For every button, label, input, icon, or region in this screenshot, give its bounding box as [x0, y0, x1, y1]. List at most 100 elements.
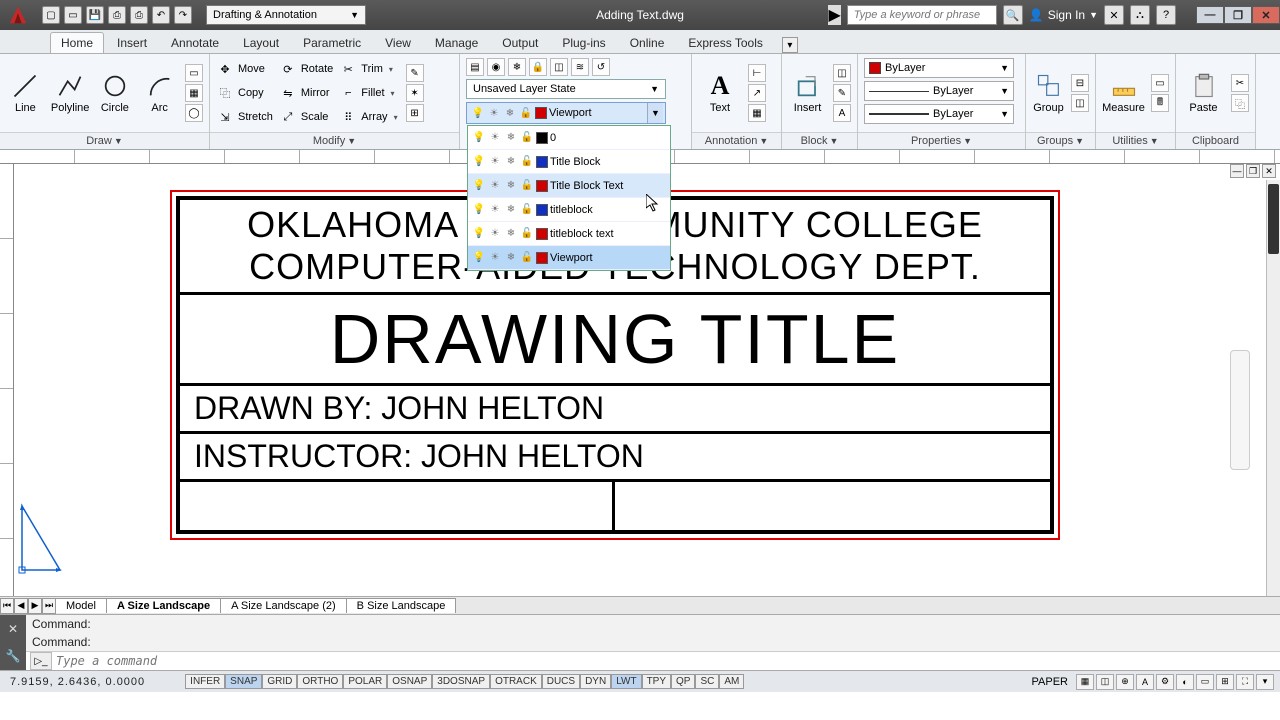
layout-prev-icon[interactable]: ◀	[14, 598, 28, 614]
viewport-close-icon[interactable]: ✕	[1262, 164, 1276, 178]
move-button[interactable]: ✥Move	[216, 58, 273, 80]
edit-block-icon[interactable]: ✎	[833, 84, 851, 102]
toggle-infer[interactable]: INFER	[185, 674, 225, 689]
copyclip-icon[interactable]: ⿻	[1231, 94, 1249, 112]
search-icon[interactable]: 🔍	[1003, 5, 1023, 25]
toggle-grid[interactable]: GRID	[262, 674, 297, 689]
layer-iso-icon[interactable]: ◫	[550, 58, 568, 76]
tab-insert[interactable]: Insert	[106, 32, 158, 53]
insert-button[interactable]: Insert	[788, 72, 827, 114]
select-icon[interactable]: ▭	[1151, 74, 1169, 92]
status-icon[interactable]: ⚙	[1156, 674, 1174, 690]
panel-title-modify[interactable]: Modify▼	[210, 132, 459, 149]
measure-button[interactable]: Measure	[1102, 72, 1145, 114]
ellipse-icon[interactable]: ◯	[185, 104, 203, 122]
layer-combo[interactable]: 💡 ☀ ❄ 🔓 Viewport ▼ 💡☀❄🔓0 💡☀❄🔓Title Block…	[466, 102, 666, 124]
toggle-am[interactable]: AM	[719, 674, 744, 689]
chevron-down-icon[interactable]: ▼	[647, 103, 663, 123]
circle-button[interactable]: Circle	[96, 72, 135, 114]
panel-title-draw[interactable]: Draw▼	[0, 132, 209, 149]
leader-icon[interactable]: ↗	[748, 84, 766, 102]
layer-lock-icon[interactable]: 🔒	[529, 58, 547, 76]
text-button[interactable]: AText	[698, 72, 742, 114]
tab-plugins[interactable]: Plug-ins	[551, 32, 616, 53]
toggle-qp[interactable]: QP	[671, 674, 695, 689]
toggle-polar[interactable]: POLAR	[343, 674, 387, 689]
workspace-switcher[interactable]: Drafting & Annotation ▼	[206, 5, 366, 25]
toggle-osnap[interactable]: OSNAP	[387, 674, 432, 689]
toggle-3dosnap[interactable]: 3DOSNAP	[432, 674, 490, 689]
wrench-icon[interactable]: 🔧	[6, 649, 21, 663]
create-block-icon[interactable]: ◫	[833, 64, 851, 82]
trim-button[interactable]: ✂Trim▾	[339, 58, 399, 80]
layer-prev-icon[interactable]: ↺	[592, 58, 610, 76]
toggle-snap[interactable]: SNAP	[225, 674, 262, 689]
close-icon[interactable]: ✕	[8, 622, 18, 636]
status-icon[interactable]: ⊕	[1116, 674, 1134, 690]
panel-title-groups[interactable]: Groups▼	[1026, 132, 1095, 149]
tab-layout[interactable]: Layout	[232, 32, 290, 53]
layout-first-icon[interactable]: ⏮	[0, 598, 14, 614]
viewport-min-icon[interactable]: —	[1230, 164, 1244, 178]
layer-item[interactable]: 💡☀❄🔓Viewport	[468, 246, 670, 270]
panel-title-utilities[interactable]: Utilities▼	[1096, 132, 1175, 149]
status-icon[interactable]: ◐	[1176, 674, 1194, 690]
array-button[interactable]: ⠿Array▾	[339, 106, 399, 128]
group-button[interactable]: Group	[1032, 72, 1065, 114]
layer-prop-icon[interactable]: ▤	[466, 58, 484, 76]
panel-title-annotation[interactable]: Annotation▼	[692, 132, 781, 149]
layout-tab[interactable]: A Size Landscape	[106, 598, 221, 613]
tab-home[interactable]: Home	[50, 32, 104, 53]
dimension-icon[interactable]: ⊢	[748, 64, 766, 82]
offset-icon[interactable]: ⊞	[406, 104, 424, 122]
qat-save-icon[interactable]: 💾	[86, 6, 104, 24]
toggle-ortho[interactable]: ORTHO	[297, 674, 343, 689]
qat-saveas-icon[interactable]: ⎙	[108, 6, 126, 24]
app-icon[interactable]	[0, 0, 36, 30]
layout-last-icon[interactable]: ⏭	[42, 598, 56, 614]
command-input[interactable]	[56, 654, 1280, 668]
fillet-button[interactable]: ⌐Fillet▾	[339, 82, 399, 104]
stayconnected-icon[interactable]: ⛬	[1130, 5, 1150, 25]
tab-parametric[interactable]: Parametric	[292, 32, 372, 53]
search-arrow-icon[interactable]: ▶	[828, 5, 840, 25]
qat-plot-icon[interactable]: ⎙	[130, 6, 148, 24]
table-icon[interactable]: ▦	[748, 104, 766, 122]
status-icon[interactable]: ▦	[1076, 674, 1094, 690]
copy-button[interactable]: ⿻Copy	[216, 82, 273, 104]
rotate-button[interactable]: ⟳Rotate	[279, 58, 333, 80]
help-icon[interactable]: ?	[1156, 5, 1176, 25]
qat-redo-icon[interactable]: ↷	[174, 6, 192, 24]
qat-undo-icon[interactable]: ↶	[152, 6, 170, 24]
toggle-otrack[interactable]: OTRACK	[490, 674, 542, 689]
quickcalc-icon[interactable]: 🖩	[1151, 94, 1169, 112]
layer-item[interactable]: 💡☀❄🔓Title Block Text	[468, 174, 670, 198]
explode-icon[interactable]: ✶	[406, 84, 424, 102]
status-icon[interactable]: ⛶	[1236, 674, 1254, 690]
ungroup-icon[interactable]: ⊟	[1071, 74, 1089, 92]
layout-tab[interactable]: A Size Landscape (2)	[220, 598, 347, 613]
toggle-dyn[interactable]: DYN	[580, 674, 611, 689]
exchange-icon[interactable]: ✕	[1104, 5, 1124, 25]
linetype-combo[interactable]: ByLayer▼	[864, 81, 1014, 101]
hatch-icon[interactable]: ▦	[185, 84, 203, 102]
layer-item[interactable]: 💡☀❄🔓titleblock	[468, 198, 670, 222]
layer-state-combo[interactable]: Unsaved Layer State▼	[466, 79, 666, 99]
toggle-lwt[interactable]: LWT	[611, 674, 641, 689]
minimize-button[interactable]: —	[1196, 6, 1224, 24]
layer-item[interactable]: 💡☀❄🔓Title Block	[468, 150, 670, 174]
line-button[interactable]: Line	[6, 72, 45, 114]
scale-button[interactable]: ⤢Scale	[279, 106, 333, 128]
mirror-button[interactable]: ⇋Mirror	[279, 82, 333, 104]
attr-icon[interactable]: A	[833, 104, 851, 122]
command-prompt-icon[interactable]: ▷_	[30, 652, 52, 670]
cut-icon[interactable]: ✂	[1231, 74, 1249, 92]
sign-in-button[interactable]: 👤 Sign In ▼	[1029, 8, 1098, 22]
paste-button[interactable]: Paste	[1182, 72, 1225, 114]
close-button[interactable]: ✕	[1252, 6, 1280, 24]
color-combo[interactable]: ByLayer▼	[864, 58, 1014, 78]
panel-title-properties[interactable]: Properties▼	[858, 132, 1025, 149]
status-icon[interactable]: ◫	[1096, 674, 1114, 690]
layout-next-icon[interactable]: ▶	[28, 598, 42, 614]
polyline-button[interactable]: Polyline	[51, 72, 90, 114]
